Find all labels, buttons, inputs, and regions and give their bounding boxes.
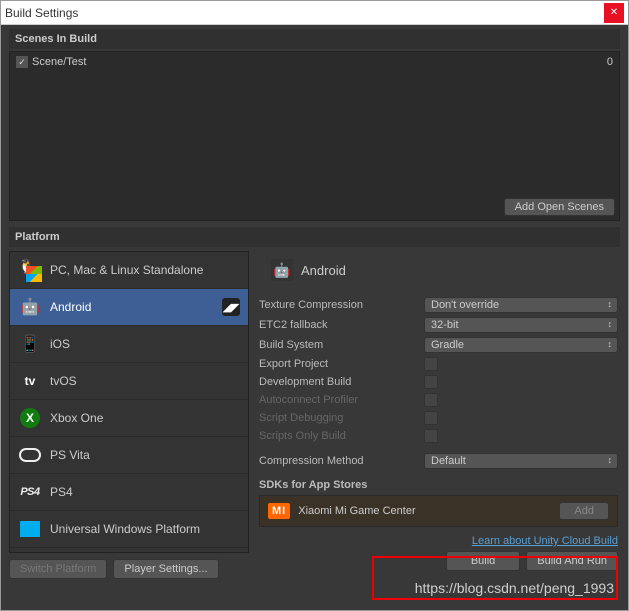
texture-compression-row: Texture Compression Don't override [259,295,618,315]
etc2-fallback-label: ETC2 fallback [259,319,424,331]
etc2-fallback-row: ETC2 fallback 32-bit [259,315,618,335]
window-title: Build Settings [5,6,604,20]
platform-item-psvita[interactable]: PS Vita [10,437,248,474]
autoconnect-profiler-row: Autoconnect Profiler [259,391,618,409]
platform-label: PS Vita [50,448,240,462]
build-button[interactable]: Build [446,551,520,571]
development-build-label: Development Build [259,376,424,388]
compression-method-label: Compression Method [259,455,424,467]
sdk-xiaomi-row: MI Xiaomi Mi Game Center Add [259,495,618,527]
scene-checkbox[interactable]: ✓ [16,56,28,68]
build-and-run-button[interactable]: Build And Run [526,551,618,571]
texture-compression-dropdown[interactable]: Don't override [424,297,618,313]
platform-item-tvos[interactable]: tv tvOS [10,363,248,400]
platform-list[interactable]: 🐧 PC, Mac & Linux Standalone 🤖 Android ◢… [9,251,249,553]
selected-platform-name: Android [301,263,346,278]
platform-label: Xbox One [50,411,240,425]
platform-item-standalone[interactable]: 🐧 PC, Mac & Linux Standalone [10,252,248,289]
platform-item-android[interactable]: 🤖 Android ◢◤ [10,289,248,326]
autoconnect-profiler-label: Autoconnect Profiler [259,394,424,406]
platform-label: iOS [50,337,240,351]
platform-label: Android [50,300,214,314]
unity-logo-icon: ◢◤ [222,298,240,316]
uwp-icon [18,517,42,541]
scenes-header: Scenes In Build [9,29,620,49]
compression-method-dropdown[interactable]: Default [424,453,618,469]
sdk-add-button[interactable]: Add [559,502,609,520]
scenes-list[interactable]: ✓ Scene/Test 0 Add Open Scenes [9,51,620,221]
export-project-checkbox[interactable] [424,357,438,371]
cloud-build-link[interactable]: Learn about Unity Cloud Build [472,535,618,547]
ios-icon: 📱 [18,332,42,356]
titlebar: Build Settings ✕ [1,1,628,25]
development-build-row: Development Build [259,373,618,391]
tvos-icon: tv [18,369,42,393]
scripts-only-build-checkbox [424,429,438,443]
scene-item[interactable]: ✓ Scene/Test 0 [12,54,617,70]
selected-platform-title: 🤖 Android [259,255,618,295]
script-debugging-row: Script Debugging [259,409,618,427]
sdk-name: Xiaomi Mi Game Center [298,505,551,517]
etc2-fallback-dropdown[interactable]: 32-bit [424,317,618,333]
platform-item-ios[interactable]: 📱 iOS [10,326,248,363]
script-debugging-label: Script Debugging [259,412,424,424]
scripts-only-build-row: Scripts Only Build [259,427,618,445]
player-settings-button[interactable]: Player Settings... [113,559,218,579]
platform-item-ps4[interactable]: PS4 PS4 [10,474,248,511]
android-icon: 🤖 [18,295,42,319]
autoconnect-profiler-checkbox [424,393,438,407]
platform-column: 🐧 PC, Mac & Linux Standalone 🤖 Android ◢… [9,251,249,579]
cloud-build-link-row: Learn about Unity Cloud Build [259,535,618,547]
android-icon: 🤖 [271,259,293,281]
window-content: Scenes In Build ✓ Scene/Test 0 Add Open … [1,25,628,587]
close-button[interactable]: ✕ [604,3,624,23]
close-icon: ✕ [610,7,618,18]
build-system-dropdown[interactable]: Gradle [424,337,618,353]
build-system-label: Build System [259,339,424,351]
main-row: 🐧 PC, Mac & Linux Standalone 🤖 Android ◢… [9,251,620,579]
xbox-icon: X [18,406,42,430]
platform-label: PS4 [50,485,240,499]
platform-buttons: Switch Platform Player Settings... [9,559,249,579]
export-project-label: Export Project [259,358,424,370]
platform-item-uwp[interactable]: Universal Windows Platform [10,511,248,548]
psvita-icon [18,443,42,467]
platform-item-xboxone[interactable]: X Xbox One [10,400,248,437]
scripts-only-build-label: Scripts Only Build [259,430,424,442]
ps4-icon: PS4 [18,480,42,504]
platform-label: tvOS [50,374,240,388]
export-project-row: Export Project [259,355,618,373]
development-build-checkbox[interactable] [424,375,438,389]
texture-compression-label: Texture Compression [259,299,424,311]
sdk-header: SDKs for App Stores [259,479,618,491]
standalone-icon: 🐧 [18,258,42,282]
scene-index: 0 [607,56,613,68]
details-column: 🤖 Android Texture Compression Don't over… [257,251,620,579]
build-system-row: Build System Gradle [259,335,618,355]
scene-name: Scene/Test [32,56,607,68]
platform-label: Universal Windows Platform [50,522,240,536]
switch-platform-button[interactable]: Switch Platform [9,559,107,579]
compression-method-row: Compression Method Default [259,451,618,471]
build-settings-window: Build Settings ✕ Scenes In Build ✓ Scene… [0,0,629,611]
build-buttons: Build Build And Run [259,551,618,571]
platform-label: PC, Mac & Linux Standalone [50,263,240,277]
add-open-scenes-button[interactable]: Add Open Scenes [504,198,615,216]
platform-header: Platform [9,227,620,247]
xiaomi-logo-icon: MI [268,503,290,519]
script-debugging-checkbox [424,411,438,425]
